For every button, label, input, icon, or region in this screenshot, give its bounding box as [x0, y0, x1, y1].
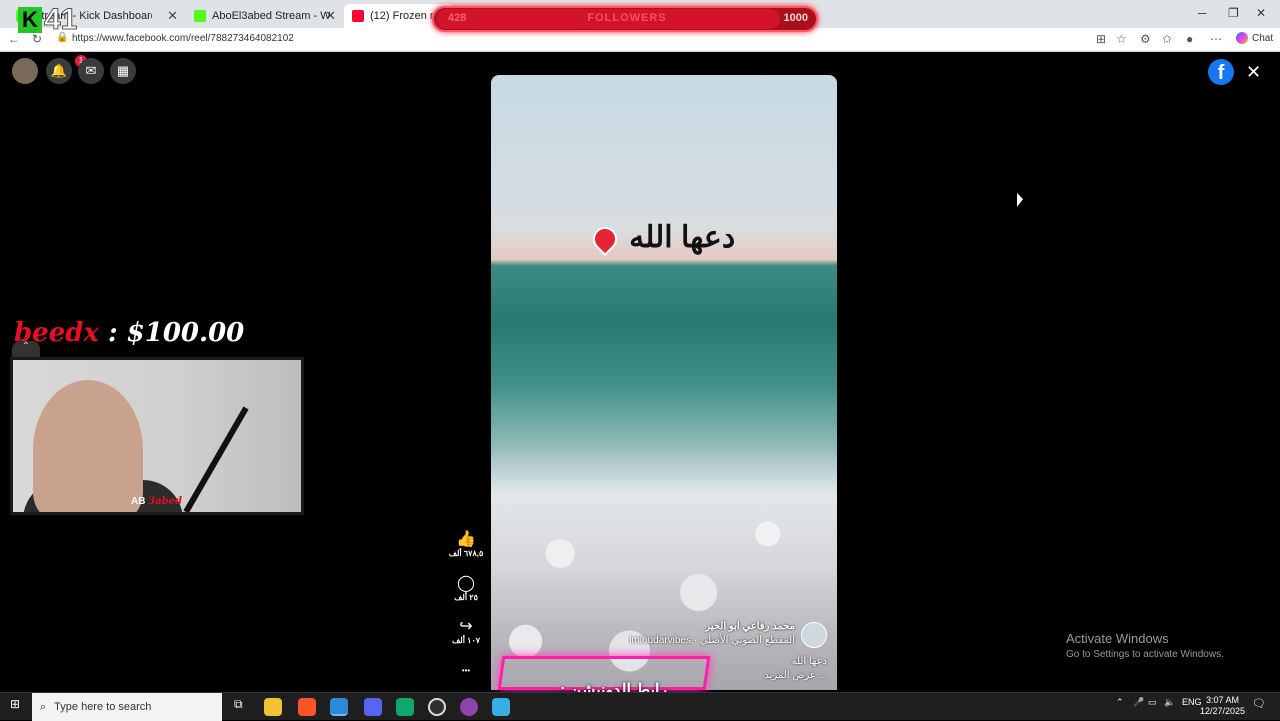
- app-circle-icon[interactable]: [460, 698, 478, 716]
- favorites-icon[interactable]: ✩: [1162, 32, 1172, 46]
- favorite-star-icon[interactable]: ☆: [1116, 32, 1127, 46]
- network-icon[interactable]: ▭: [1148, 697, 1157, 708]
- streamer-logo: AB 3abed: [131, 496, 182, 507]
- activate-windows-watermark: Activate Windows Go to Settings to activ…: [1066, 631, 1224, 660]
- author-avatar[interactable]: [801, 622, 827, 648]
- activate-subtitle: Go to Settings to activate Windows.: [1066, 649, 1224, 660]
- chat-label: Chat: [1252, 32, 1274, 44]
- maximize-icon[interactable]: ❐: [1228, 6, 1239, 20]
- volume-icon[interactable]: 🔈: [1164, 697, 1175, 708]
- logo-script: 3abed: [148, 496, 183, 507]
- kick-viewer-counter: K 41: [18, 3, 88, 37]
- settings-menu-icon[interactable]: ⋯: [1210, 32, 1222, 46]
- menu-button[interactable]: ▦: [110, 58, 136, 84]
- activate-title: Activate Windows: [1066, 631, 1169, 646]
- obs-studio-icon[interactable]: [428, 698, 446, 716]
- see-more-link[interactable]: ... عرض المزيد: [764, 669, 827, 683]
- close-window-icon[interactable]: ✕: [1256, 6, 1266, 20]
- edge-browser-icon[interactable]: [330, 698, 348, 716]
- chevron-up-icon[interactable]: ⌃: [12, 341, 40, 357]
- close-tab-icon[interactable]: ✕: [325, 8, 336, 24]
- close-tab-icon[interactable]: ✕: [167, 8, 178, 24]
- share-icon: ↪: [459, 618, 473, 635]
- notification-center-icon[interactable]: 🗨: [1252, 697, 1266, 710]
- messenger-icon: ✉: [85, 63, 97, 78]
- copilot-icon: [1236, 32, 1248, 44]
- tab-kick-stream[interactable]: AboEl3abed Stream - Watch Live on Kick ✕: [186, 4, 344, 28]
- donation-amount: $100.00: [126, 318, 245, 348]
- reel-description: دعها الله ... عرض المزيد: [764, 655, 827, 683]
- audio-label[interactable]: المقطع الصوتي الأصلي · imloudarvibes: [629, 634, 795, 648]
- brave-browser-icon[interactable]: [298, 698, 316, 716]
- grid-menu-icon: ▦: [116, 63, 130, 78]
- youtube-favicon-icon: [352, 10, 364, 22]
- profile-icon[interactable]: ●: [1186, 32, 1193, 46]
- language-indicator[interactable]: ENG: [1182, 697, 1202, 707]
- app-available-icon[interactable]: ⊞: [1096, 32, 1106, 46]
- share-action[interactable]: ↪ ١٠٧ ألف: [446, 618, 486, 645]
- comment-icon: ◯: [457, 575, 475, 592]
- comment-count: ٢٥ ألف: [454, 593, 478, 602]
- followers-goal-bar: 428 FOLLOWERS 1000: [432, 6, 818, 32]
- like-action[interactable]: 👍 ٦٧٨,٥ ألف: [446, 531, 486, 558]
- messenger-button[interactable]: ✉: [78, 58, 104, 84]
- copilot-chat-button[interactable]: Chat: [1236, 32, 1273, 44]
- reel-video[interactable]: دعها الله محمد رفاعي ابو الخير المقطع ال…: [491, 75, 837, 690]
- reel-author-info: محمد رفاعي ابو الخير المقطع الصوتي الأصل…: [629, 620, 795, 648]
- author-name[interactable]: محمد رفاعي ابو الخير: [629, 620, 795, 634]
- telegram-icon[interactable]: [492, 698, 510, 716]
- windows-taskbar: ⊞ ⌕ Type here to search ⧉ ⌃ 🎤 ▭ 🔈 ENG 3:…: [0, 692, 1280, 721]
- comment-action[interactable]: ◯ ٢٥ ألف: [446, 575, 486, 602]
- search-placeholder: Type here to search: [54, 701, 152, 713]
- more-options-button[interactable]: •••: [446, 662, 486, 680]
- notifications-button[interactable]: 🔔: [46, 58, 72, 84]
- followers-label: FOLLOWERS: [587, 12, 667, 24]
- search-icon: ⌕: [40, 700, 47, 713]
- kick-logo-icon: K: [18, 7, 42, 33]
- close-reel-icon[interactable]: ✕: [1246, 62, 1261, 83]
- like-count: ٦٧٨,٥ ألف: [448, 549, 484, 558]
- bell-icon: 🔔: [50, 63, 68, 78]
- followers-goal: 1000: [783, 12, 808, 24]
- discord-icon[interactable]: [364, 698, 382, 716]
- task-view-icon[interactable]: ⧉: [234, 697, 243, 712]
- taskbar-search-box[interactable]: ⌕ Type here to search: [32, 693, 222, 721]
- start-button-icon[interactable]: ⊞: [10, 697, 20, 711]
- streamer-image: [33, 380, 143, 512]
- heart-icon: [587, 222, 622, 257]
- minimize-icon[interactable]: ─: [1198, 6, 1207, 20]
- logo-ab: AB: [131, 496, 146, 507]
- file-explorer-icon[interactable]: [264, 698, 282, 716]
- reel-title: دعها الله: [491, 220, 837, 257]
- donation-separator: :: [98, 318, 127, 348]
- viewer-count: 41: [43, 3, 78, 37]
- share-count: ١٠٧ ألف: [451, 636, 481, 645]
- reel-caption: دعها الله: [791, 656, 827, 667]
- webcam-frame: AB 3abed: [10, 357, 304, 515]
- reel-title-text: دعها الله: [629, 221, 736, 254]
- tab-label: AboEl3abed Stream - Watch Live on Kick: [212, 10, 330, 22]
- show-hidden-icons[interactable]: ⌃: [1116, 697, 1124, 708]
- clock-time: 3:07 AM: [1206, 695, 1240, 705]
- microphone-icon[interactable]: 🎤: [1133, 697, 1144, 708]
- taskbar-clock[interactable]: 3:07 AM 12/27/2025: [1200, 695, 1245, 717]
- url-field[interactable]: https://www.facebook.com/reel/7882734640…: [72, 33, 294, 44]
- extensions-icon[interactable]: ⚙: [1140, 32, 1151, 46]
- donation-alert: beedx : $100.00: [14, 318, 244, 348]
- kick-favicon-icon: [194, 10, 206, 22]
- more-icon: •••: [461, 666, 471, 675]
- app-icon[interactable]: [396, 698, 414, 716]
- profile-avatar[interactable]: [12, 58, 38, 84]
- mouse-cursor-icon: [1017, 192, 1023, 210]
- facebook-logo-icon[interactable]: f: [1208, 59, 1234, 85]
- clock-date: 12/27/2025: [1200, 706, 1246, 716]
- like-icon: 👍: [456, 531, 476, 548]
